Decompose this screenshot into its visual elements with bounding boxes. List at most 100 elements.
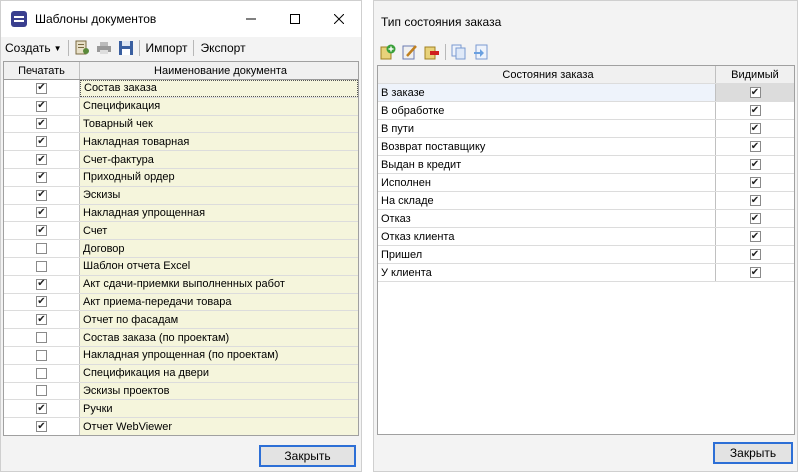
print-checkbox[interactable] — [36, 367, 47, 379]
print-checkbox[interactable]: ✔ — [36, 296, 47, 308]
visible-checkbox[interactable]: ✔ — [749, 249, 761, 260]
minimize-icon — [246, 18, 256, 20]
export-button[interactable] — [470, 41, 492, 63]
close-dialog-button[interactable]: Закрыть — [713, 442, 793, 464]
table-row[interactable]: Выдан в кредит ✔ — [378, 156, 794, 174]
visible-checkbox[interactable]: ✔ — [749, 267, 761, 278]
table-row[interactable]: ✔ Счет-фактура — [4, 151, 358, 169]
order-status-window: Тип состояния заказа Состояния заказа Ви… — [373, 0, 798, 472]
print-checkbox[interactable]: ✔ — [36, 314, 47, 326]
table-row[interactable]: Возврат поставщику ✔ — [378, 138, 794, 156]
print-checkbox[interactable] — [36, 349, 47, 361]
table-row[interactable]: Исполнен ✔ — [378, 174, 794, 192]
print-checkbox[interactable]: ✔ — [36, 403, 47, 415]
save-button[interactable] — [115, 37, 137, 59]
document-name: Накладная упрощенная (по проектам) — [80, 346, 358, 364]
visible-checkbox[interactable]: ✔ — [749, 159, 761, 170]
print-checkbox[interactable]: ✔ — [36, 100, 47, 112]
table-row[interactable]: Шаблон отчета Excel — [4, 257, 358, 276]
document-name: Состав заказа — [80, 80, 358, 97]
print-cell: ✔ — [4, 222, 80, 240]
visible-cell: ✔ — [716, 264, 794, 281]
table-row[interactable]: В заказе ✔ — [378, 84, 794, 102]
table-row[interactable]: ✔ Эскизы — [4, 186, 358, 205]
table-row[interactable]: ✔ Приходный ордер — [4, 168, 358, 187]
print-checkbox[interactable]: ✔ — [36, 136, 47, 148]
visible-checkbox[interactable]: ✔ — [749, 105, 761, 116]
visible-checkbox[interactable]: ✔ — [749, 195, 761, 206]
column-header-state[interactable]: Состояния заказа — [378, 66, 716, 83]
table-row[interactable]: Отказ ✔ — [378, 210, 794, 228]
print-checkbox[interactable]: ✔ — [36, 225, 47, 237]
table-row[interactable]: Накладная упрощенная (по проектам) — [4, 346, 358, 365]
table-row[interactable]: Состав заказа (по проектам) — [4, 329, 358, 347]
table-row[interactable]: У клиента ✔ — [378, 264, 794, 282]
print-checkbox[interactable]: ✔ — [36, 278, 47, 290]
edit-button[interactable] — [399, 41, 421, 63]
table-row[interactable]: ✔ Отчет по фасадам — [4, 311, 358, 330]
table-row[interactable]: ✔ Спецификация — [4, 97, 358, 116]
toolbar-separator — [138, 40, 140, 56]
export-icon — [474, 44, 488, 60]
column-header-print[interactable]: Печатать — [4, 62, 80, 79]
print-checkbox[interactable]: ✔ — [36, 118, 47, 130]
minimize-button[interactable] — [229, 1, 273, 37]
print-checkbox[interactable]: ✔ — [36, 189, 47, 201]
table-row[interactable]: ✔ Товарный чек — [4, 115, 358, 134]
visible-checkbox[interactable]: ✔ — [749, 213, 761, 224]
table-row[interactable]: Договор — [4, 240, 358, 258]
table-row[interactable]: ✔ Накладная товарная — [4, 133, 358, 152]
visible-checkbox[interactable]: ✔ — [749, 123, 761, 134]
window-title: Тип состояния заказа — [381, 15, 502, 29]
print-cell: ✔ — [4, 97, 80, 115]
visible-checkbox[interactable]: ✔ — [749, 177, 761, 188]
document-name: Счет-фактура — [80, 151, 358, 168]
print-checkbox[interactable]: ✔ — [36, 421, 47, 433]
column-header-name[interactable]: Наименование документа — [80, 62, 358, 79]
export-button[interactable]: Экспорт — [196, 37, 249, 59]
document-name: Состав заказа (по проектам) — [80, 329, 358, 346]
column-header-visible[interactable]: Видимый — [716, 66, 794, 83]
print-cell: ✔ — [4, 418, 80, 435]
add-button[interactable] — [377, 41, 399, 63]
table-row[interactable]: Пришел ✔ — [378, 246, 794, 264]
table-row[interactable]: На складе ✔ — [378, 192, 794, 210]
print-cell — [4, 257, 80, 275]
print-checkbox[interactable] — [36, 385, 47, 397]
close-dialog-button[interactable]: Закрыть — [259, 445, 356, 467]
visible-checkbox[interactable]: ✔ — [749, 87, 761, 98]
state-name: В заказе — [378, 84, 716, 101]
table-row[interactable]: В пути ✔ — [378, 120, 794, 138]
table-row[interactable]: ✔ Ручки — [4, 400, 358, 419]
delete-button[interactable] — [421, 41, 443, 63]
print-checkbox[interactable]: ✔ — [36, 82, 47, 94]
table-row[interactable]: ✔ Состав заказа — [4, 80, 358, 98]
close-button[interactable] — [317, 1, 361, 37]
maximize-button[interactable] — [273, 1, 317, 37]
table-row[interactable]: Отказ клиента ✔ — [378, 228, 794, 246]
table-row[interactable]: ✔ Акт сдачи-приемки выполненных работ — [4, 275, 358, 294]
table-row[interactable]: ✔ Накладная упрощенная — [4, 204, 358, 223]
create-menu-button[interactable]: Создать ▼ — [1, 37, 66, 59]
print-button[interactable] — [93, 37, 115, 59]
visible-checkbox[interactable]: ✔ — [749, 231, 761, 242]
table-row[interactable]: В обработке ✔ — [378, 102, 794, 120]
print-checkbox[interactable]: ✔ — [36, 154, 47, 166]
table-row[interactable]: ✔ Акт приема-передачи товара — [4, 293, 358, 312]
table-row[interactable]: ✔ Отчет WebViewer — [4, 418, 358, 435]
edit-document-button[interactable] — [71, 37, 93, 59]
import-button[interactable]: Импорт — [142, 37, 192, 59]
print-checkbox[interactable] — [36, 243, 47, 255]
table-row[interactable]: Эскизы проектов — [4, 382, 358, 401]
copy-button[interactable] — [448, 41, 470, 63]
print-checkbox[interactable] — [36, 260, 47, 272]
table-row[interactable]: ✔ Счет — [4, 222, 358, 241]
state-name: Исполнен — [378, 174, 716, 191]
print-checkbox[interactable] — [36, 332, 47, 344]
visible-checkbox[interactable]: ✔ — [749, 141, 761, 152]
documents-grid: Печатать Наименование документа ✔ Состав … — [3, 61, 359, 436]
document-name: Акт приема-передачи товара — [80, 293, 358, 311]
table-row[interactable]: Спецификация на двери — [4, 364, 358, 383]
print-checkbox[interactable]: ✔ — [36, 171, 47, 183]
print-checkbox[interactable]: ✔ — [36, 207, 47, 219]
